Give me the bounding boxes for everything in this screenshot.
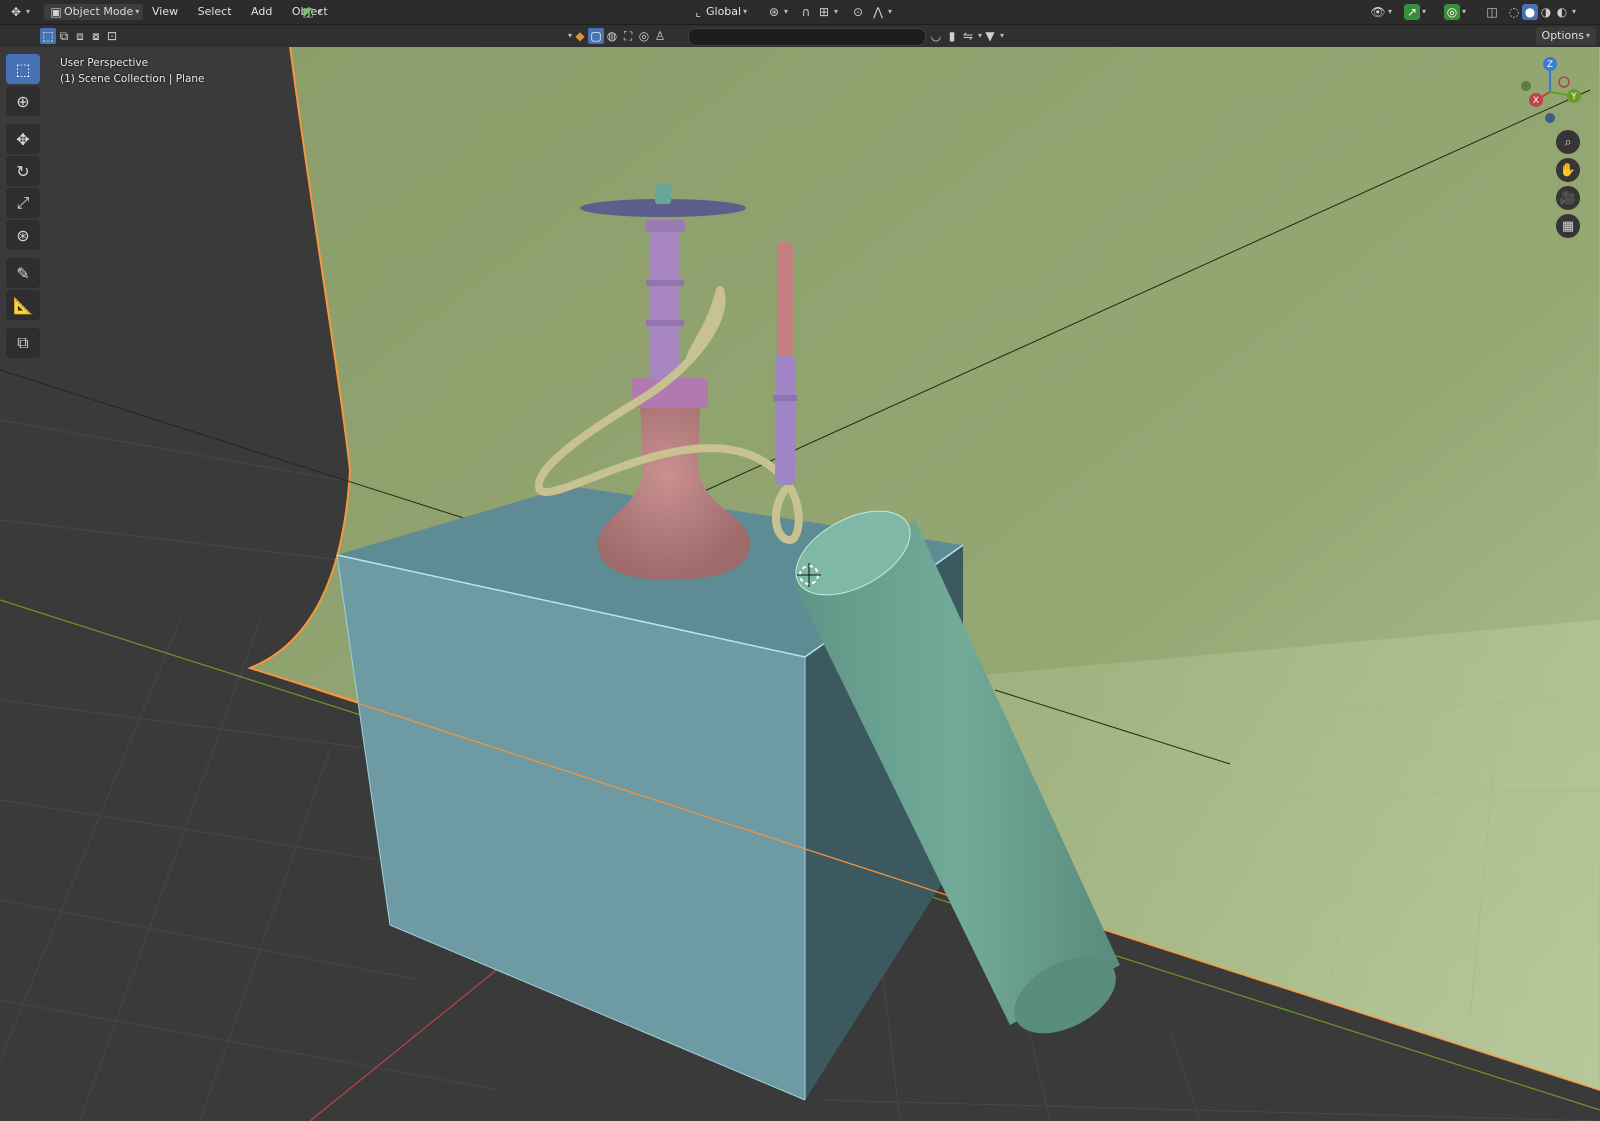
gizmo-toggle[interactable]: ↗ ▾ [1404,3,1426,21]
add-cube-icon: ⧉ [17,333,29,352]
render-filter-icon[interactable]: ◎ [636,28,652,44]
transform-icon: ⊛ [16,225,30,245]
magnet-icon: ∩ [801,5,811,19]
falloff-curve-icon: ⋀ [873,5,883,19]
navigation-gizmo[interactable]: Z X Y [1518,56,1582,126]
eye-icon: 👁 [1370,5,1386,19]
select-invert-icon[interactable]: ⧇ [88,28,104,44]
neg-y-axis-handle[interactable] [1521,81,1531,91]
proportional-edit-toggle[interactable]: ⊙ [850,3,866,21]
cursor-icon: ⊕ [16,91,30,111]
mode-dropdown[interactable]: ▣ Object Mode ▾ [44,3,144,21]
orientation-label: Global [706,5,742,18]
annotate-icon: ✎ [16,263,30,283]
camera-filter-icon[interactable]: ⛶ [620,28,636,44]
neg-x-axis-handle[interactable] [1558,76,1570,88]
transform-tool[interactable]: ⊛ [6,220,40,250]
overlays-toggle[interactable]: ◎ ▾ [1444,3,1466,21]
ortho-toggle-button[interactable]: ▦ [1556,214,1580,238]
menu-select[interactable]: Select [190,5,240,18]
shading-modes: ◌ ● ◑ ◐ ▾ [1506,3,1576,21]
rotate-icon: ↻ [16,161,30,181]
zoom-icon: ⌕ [1564,134,1572,150]
menu-view[interactable]: View [144,5,186,18]
falloff-button[interactable]: ⋀ ▾ [870,3,892,21]
search-extras: ◡ ▮ ⇋ ▾ ▼ ▾ [928,27,1004,45]
scene-info: (1) Scene Collection | Plane [60,73,205,85]
camera-icon: 🎥 [1559,190,1577,206]
sphere-icon[interactable]: ◍ [604,28,620,44]
z-axis-label: Z [1547,60,1553,70]
wireframe-shading-icon[interactable]: ◌ [1506,4,1522,20]
rotate-tool[interactable]: ↻ [6,156,40,186]
display-mode-icon[interactable]: ▢ [588,28,605,44]
proportional-icon: ⊙ [852,5,864,19]
color-icon[interactable]: ◆ [572,28,588,44]
gizmo-icon: ↗ [1404,4,1420,20]
hand-icon: ✋ [1559,162,1577,178]
options-label: Options [1541,29,1584,42]
view3d-icon: ✥ [10,5,22,19]
measure-icon: 📐 [13,295,33,315]
options-dropdown[interactable]: Options ▾ [1535,27,1596,45]
pivot-icon: ⊛ [768,5,780,19]
snap-icon: ⊞ [818,5,830,19]
selection-modes: ⬚ ⧉ ⧈ ⧇ ⊡ [40,27,120,45]
tool-shelf: ⬚ ⊕ ✥ ↻ ⤢ ⊛ ✎ 📐 ⧉ [6,54,43,360]
scale-tool[interactable]: ⤢ [6,188,40,218]
select-box-tool[interactable]: ⬚ [6,54,40,84]
grid-icon: ▦ [1561,218,1575,234]
viewport-info: User Perspective (1) Scene Collection | … [60,55,205,87]
search-input[interactable] [688,28,926,46]
transform-orientation-dropdown[interactable]: ⌞ Global ▾ [690,3,747,21]
snap-target-button[interactable]: ⊞ ▾ [816,3,838,21]
xray-icon: ◫ [1486,5,1498,19]
object-gizmo-button[interactable]: ◩ ▾ [300,3,322,21]
material-shading-icon[interactable]: ◑ [1538,4,1554,20]
bookmark-icon[interactable]: ▮ [944,28,960,44]
camera-view-button[interactable]: 🎥 [1556,186,1580,210]
object-mode-icon: ▣ [50,5,62,19]
cursor-tool[interactable]: ⊕ [6,86,40,116]
zoom-button[interactable]: ⌕ [1556,130,1580,154]
tool-settings-bar: ⬚⧉⧈⧇⊡ ▾◆▢◍⛶◎♙ ⌕ ◡▮⇋▾▼▾ Options▾ [0,25,1600,47]
y-axis-label: Y [1570,92,1577,102]
move-icon: ✥ [16,129,30,149]
menu-add[interactable]: Add [243,5,280,18]
link-icon[interactable]: ◡ [928,28,944,44]
3d-viewport[interactable] [0,24,1600,1121]
xray-toggle[interactable]: ◫ [1484,3,1500,21]
viewport-header: ✥ ▾ ▣ Object Mode ▾ View Select Add Object … [0,0,1600,25]
neg-z-axis-handle[interactable] [1545,113,1555,123]
orientation-icon: ⌞ [695,5,701,19]
outliner-filter-tools: ▾ ◆ ▢ ◍ ⛶ ◎ ♙ [566,27,668,45]
overlays-icon: ◎ [1444,4,1460,20]
scale-icon: ⤢ [16,193,30,212]
pan-button[interactable]: ✋ [1556,158,1580,182]
select-box-icon: ⬚ [15,59,31,79]
editor-type-selector[interactable]: ✥ ▾ [8,3,30,21]
select-new-icon[interactable]: ⬚ [40,28,56,44]
pivot-point-button[interactable]: ⊛ ▾ [766,3,788,21]
select-extend-icon[interactable]: ⧉ [56,28,72,44]
snap-toggle[interactable]: ∩ [798,3,814,21]
visibility-button[interactable]: 👁 ▾ [1370,3,1392,21]
annotate-tool[interactable]: ✎ [6,258,40,288]
transform-gizmo-icon: ◩ [302,5,314,19]
solid-shading-icon[interactable]: ● [1522,4,1538,20]
sort-icon[interactable]: ⇋ [960,28,976,44]
x-axis-label: X [1533,96,1539,106]
filter-icon[interactable]: ▼ [982,28,998,44]
select-subtract-icon[interactable]: ⧈ [72,28,88,44]
measure-tool[interactable]: 📐 [6,290,40,320]
move-tool[interactable]: ✥ [6,124,40,154]
mode-label: Object Mode [64,5,134,18]
hierarchy-icon[interactable]: ♙ [652,28,668,44]
add-cube-tool[interactable]: ⧉ [6,328,40,358]
select-intersect-icon[interactable]: ⊡ [104,28,120,44]
rendered-shading-icon[interactable]: ◐ [1554,4,1570,20]
perspective-label: User Perspective [60,57,149,69]
